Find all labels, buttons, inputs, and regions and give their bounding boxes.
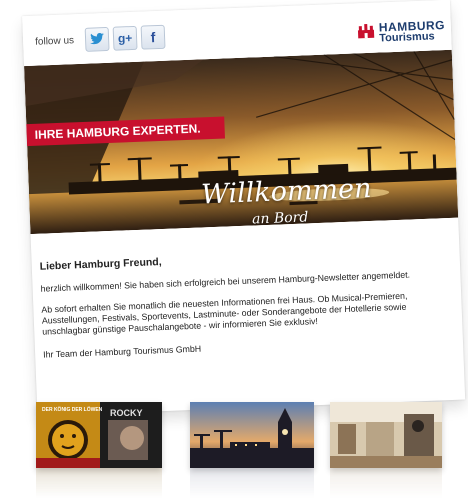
logo-line2: Tourismus [379, 30, 435, 45]
hamburg-castle-icon [357, 23, 375, 39]
thumbnail-reflection [330, 468, 442, 498]
newsletter-preview: follow us g+ f HAMBURG Tourismus IHRE HA… [0, 0, 468, 501]
hamburg-tourismus-logo[interactable]: HAMBURG Tourismus [355, 18, 445, 49]
thumbnail-hotel[interactable] [330, 402, 442, 468]
thumbnail-musicals[interactable]: DER KÖNIG DER LÖWEN ROCKY [36, 402, 162, 468]
signoff: Ihr Team der Hamburg Tourismus GmbH [42, 343, 202, 360]
follow-us-label: follow us [34, 35, 75, 48]
thumbnail-harbor[interactable] [190, 402, 314, 468]
newsletter-card: follow us g+ f HAMBURG Tourismus IHRE HA… [22, 0, 466, 416]
google-plus-icon[interactable]: g+ [112, 25, 138, 51]
hero-title: Willkommen [200, 172, 372, 211]
thumbnail-1-title: DER KÖNIG DER LÖWEN [42, 407, 103, 413]
twitter-icon[interactable] [84, 26, 110, 52]
thumbnail-reflection [190, 468, 314, 498]
facebook-icon[interactable]: f [140, 24, 166, 50]
greeting: Lieber Hamburg Freund, [39, 256, 162, 273]
hero-subtitle: an Bord [251, 209, 309, 228]
thumbnail-1-title-2: ROCKY [110, 408, 143, 418]
thumbnail-reflection [36, 468, 162, 498]
hero-image: IHRE HAMBURG EXPERTEN. Willkommen an Bor… [24, 49, 459, 235]
